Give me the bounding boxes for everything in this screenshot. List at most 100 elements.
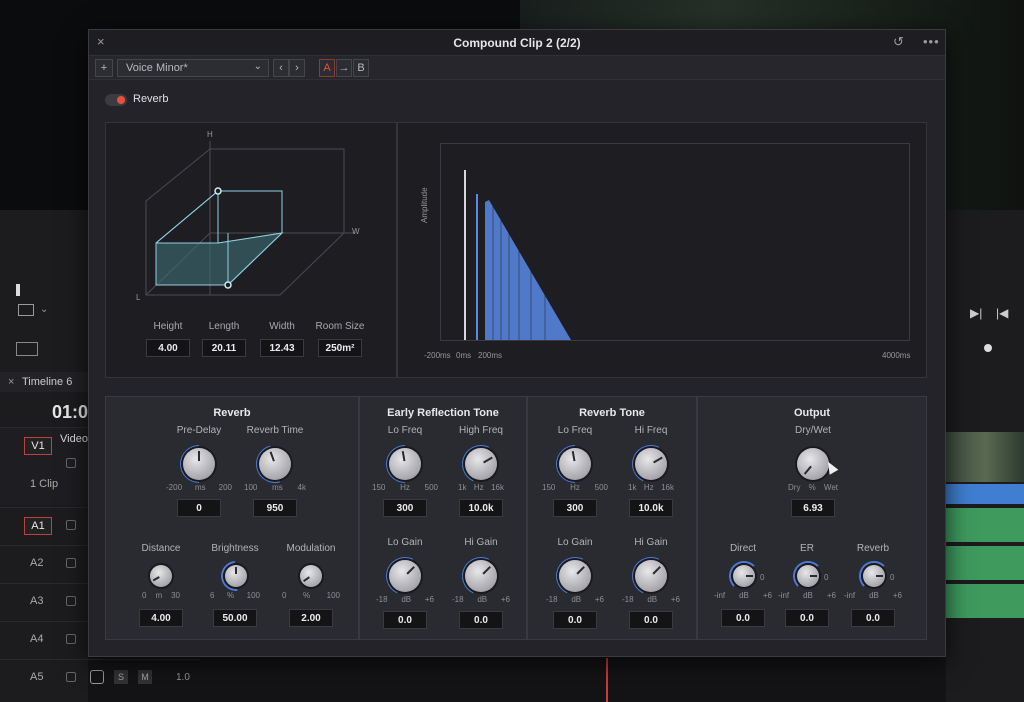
rt-hi-freq-scale: 1k Hz 16k xyxy=(628,483,674,492)
er-hi-gain-label: Hi Gain xyxy=(464,537,498,548)
brightness-knob[interactable] xyxy=(225,565,247,587)
zoom-slider-handle[interactable] xyxy=(984,344,992,352)
rt-hi-gain-knob[interactable] xyxy=(635,560,667,592)
distance-value[interactable]: 4.00 xyxy=(139,609,183,627)
b-button[interactable]: B xyxy=(353,59,369,77)
impulse-response-panel: Amplitude -200ms 0ms 200ms 4000ms xyxy=(397,122,927,378)
video-clip-bar[interactable] xyxy=(946,484,1024,504)
dry-wet-value[interactable]: 6.93 xyxy=(791,499,835,517)
rt-hi-freq-value[interactable]: 10.0k xyxy=(629,499,673,517)
playhead-marker[interactable] xyxy=(16,284,20,296)
copy-a-to-b-button[interactable]: → xyxy=(336,59,352,77)
reverb-time-value[interactable]: 950 xyxy=(253,499,297,517)
solo-button[interactable]: S xyxy=(114,670,128,684)
reverb-enable-toggle[interactable] xyxy=(105,94,127,106)
rt-hi-freq-knob[interactable] xyxy=(635,448,667,480)
direct-zero-mark: 0 xyxy=(760,573,765,582)
distance-knob[interactable] xyxy=(150,565,172,587)
er-value[interactable]: 0.0 xyxy=(785,609,829,627)
er-hi-freq-scale: 1k Hz 16k xyxy=(458,483,504,492)
reset-icon[interactable]: ↺ xyxy=(893,34,904,50)
more-options-icon[interactable]: ••• xyxy=(923,34,940,49)
rt-lo-gain-knob[interactable] xyxy=(559,560,591,592)
width-field[interactable]: 12.43 xyxy=(260,339,304,357)
preset-name: Voice Minor* xyxy=(126,62,188,74)
section-title: Output xyxy=(793,407,831,419)
video-clip-thumbnail[interactable] xyxy=(946,432,1024,482)
view-mode-icon[interactable] xyxy=(18,304,34,316)
lock-icon[interactable] xyxy=(66,458,76,468)
room-box-diagram[interactable] xyxy=(106,123,396,313)
lock-icon[interactable] xyxy=(66,634,76,644)
track-level: 1.0 xyxy=(176,672,190,683)
output-reverb-knob[interactable] xyxy=(863,565,885,587)
direct-knob[interactable] xyxy=(733,565,755,587)
timeline-tab[interactable]: × Timeline 6 xyxy=(0,372,88,392)
rt-hi-gain-scale: -18 dB +6 xyxy=(622,595,680,604)
rt-lo-freq-value[interactable]: 300 xyxy=(553,499,597,517)
audio-clip-a1[interactable] xyxy=(946,508,1024,542)
output-reverb-value[interactable]: 0.0 xyxy=(851,609,895,627)
er-lo-gain-value[interactable]: 0.0 xyxy=(383,611,427,629)
er-hi-freq-value[interactable]: 10.0k xyxy=(459,499,503,517)
previous-preset-button[interactable]: ‹ xyxy=(273,59,289,77)
er-hi-freq-knob[interactable] xyxy=(465,448,497,480)
axis-w-label: W xyxy=(352,227,360,236)
view-mode-chevron-icon[interactable]: ⌄ xyxy=(40,304,48,315)
rt-lo-freq-knob[interactable] xyxy=(559,448,591,480)
x-tick-200: 200ms xyxy=(478,351,503,360)
mute-button[interactable]: M xyxy=(138,670,152,684)
next-preset-button[interactable]: › xyxy=(289,59,305,77)
reverb-tone-section: Reverb Tone Lo Freq 150 Hz 500 300 Hi Freq… xyxy=(527,396,697,640)
output-section: Output Dry/Wet Dry% Wet 6.93 Direct 0 -in… xyxy=(697,396,927,640)
add-preset-button[interactable]: + xyxy=(95,59,113,77)
audio-clip-a3[interactable] xyxy=(946,584,1024,618)
direct-value[interactable]: 0.0 xyxy=(721,609,765,627)
reverb-time-knob[interactable] xyxy=(259,448,291,480)
er-lo-freq-value[interactable]: 300 xyxy=(383,499,427,517)
track-badge-v1[interactable]: V1 xyxy=(24,437,52,455)
output-reverb-scale: -inf dB +6 xyxy=(844,591,902,600)
dry-wet-scale: Dry% Wet xyxy=(788,483,838,492)
pre-delay-knob[interactable] xyxy=(183,448,215,480)
lock-icon[interactable] xyxy=(66,596,76,606)
er-hi-gain-knob[interactable] xyxy=(465,560,497,592)
er-knob[interactable] xyxy=(797,565,819,587)
playhead-line[interactable] xyxy=(606,658,608,702)
length-field[interactable]: 20.11 xyxy=(202,339,246,357)
rt-lo-gain-value[interactable]: 0.0 xyxy=(553,611,597,629)
lock-icon[interactable] xyxy=(66,672,76,682)
audio-clip-a2[interactable] xyxy=(946,546,1024,580)
track-badge-a1[interactable]: A1 xyxy=(24,517,52,535)
axis-l-label: L xyxy=(136,293,141,302)
close-tab-icon[interactable]: × xyxy=(8,376,14,388)
modulation-value[interactable]: 2.00 xyxy=(289,609,333,627)
clip-icon[interactable] xyxy=(90,670,104,684)
a-button[interactable]: A xyxy=(319,59,335,77)
room-size-field[interactable]: 250m² xyxy=(318,339,362,357)
preset-toolbar: + Voice Minor* ⌄ ‹ › A → B xyxy=(89,56,945,80)
brightness-value[interactable]: 50.00 xyxy=(213,609,257,627)
rt-hi-gain-value[interactable]: 0.0 xyxy=(629,611,673,629)
section-title: Reverb xyxy=(213,407,251,419)
preset-select[interactable]: Voice Minor* ⌄ xyxy=(117,59,269,77)
last-frame-icon[interactable]: |◀ xyxy=(996,306,1008,320)
next-frame-icon[interactable]: ▶| xyxy=(970,306,982,320)
er-lo-freq-knob[interactable] xyxy=(389,448,421,480)
er-lo-gain-knob[interactable] xyxy=(389,560,421,592)
width-label: Width xyxy=(269,321,295,332)
chevron-down-icon: ⌄ xyxy=(253,61,262,72)
section-title: Early Reflection Tone xyxy=(387,407,499,419)
section-title: Reverb Tone xyxy=(579,407,645,419)
dialog-titlebar[interactable]: × Compound Clip 2 (2/2) ↺ ••• xyxy=(89,30,945,56)
lock-icon[interactable] xyxy=(66,558,76,568)
layout-icon[interactable] xyxy=(16,342,38,356)
pre-delay-value[interactable]: 0 xyxy=(177,499,221,517)
modulation-knob[interactable] xyxy=(300,565,322,587)
dry-wet-label: Dry/Wet xyxy=(795,425,831,436)
lock-icon[interactable] xyxy=(66,520,76,530)
reverb-time-label: Reverb Time xyxy=(246,425,304,436)
height-field[interactable]: 4.00 xyxy=(146,339,190,357)
track-row-a5[interactable]: A5 S M 1.0 xyxy=(0,659,200,697)
er-hi-gain-value[interactable]: 0.0 xyxy=(459,611,503,629)
